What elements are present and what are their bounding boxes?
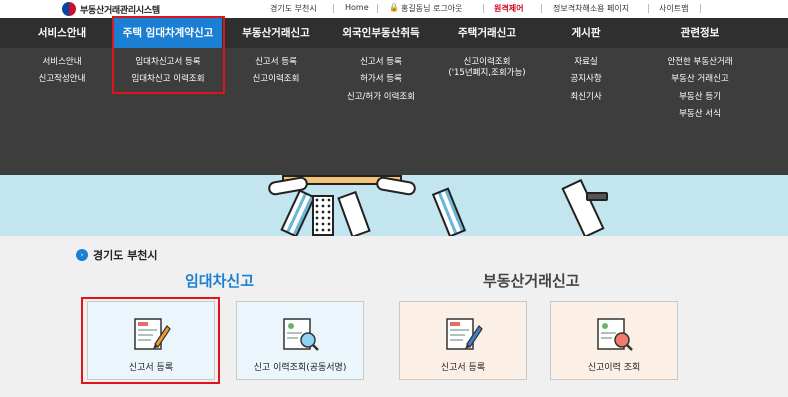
sitemap-link[interactable]: 사이트맵 — [659, 3, 688, 14]
divider — [648, 4, 649, 13]
remote-control-link[interactable]: 원격제어 — [494, 3, 523, 14]
card-lease-history[interactable]: 신고 이력조회(공동서명) — [236, 301, 364, 380]
card-trade-history[interactable]: 신고이력 조회 — [550, 301, 678, 380]
submenu-item[interactable]: 신고작성안내 — [30, 74, 94, 85]
section-title-trade: 부동산거래신고 — [483, 272, 580, 290]
submenu-item[interactable]: 부동산 거래신고 — [650, 74, 750, 85]
submenu-item[interactable]: 신고/허가 이력조회 — [336, 92, 426, 103]
submenu-item[interactable]: 신고서 등록 — [336, 57, 426, 68]
submenu-item[interactable]: 신고이력조회 — [442, 57, 532, 68]
card-label: 신고 이력조회(공동서명) — [253, 363, 347, 373]
submenu-item[interactable]: 안전한 부동산거래 — [650, 57, 750, 68]
hero-illustration — [0, 175, 788, 236]
sleeve-illustration — [431, 187, 467, 236]
section-title-lease: 임대차신고 — [185, 272, 255, 290]
card-label: 신고이력 조회 — [587, 363, 641, 373]
submenu-note: ('15년폐지,조회가능) — [448, 68, 526, 78]
logo-text: 부동산거래관리시스템 — [80, 5, 160, 16]
sleeve-illustration — [337, 190, 371, 236]
submenu-item[interactable]: 부동산 등기 — [650, 92, 750, 103]
submenu-item[interactable]: 자료실 — [556, 57, 616, 68]
home-link[interactable]: Home — [345, 3, 369, 12]
nav-housing-trade[interactable]: 주택거래신고 — [447, 18, 527, 48]
nav-service-guide[interactable]: 서비스안내 — [24, 18, 100, 48]
submenu-item[interactable]: 신고서 등록 — [236, 57, 316, 68]
sleeve-illustration — [280, 189, 316, 236]
sleeve-illustration — [561, 178, 605, 236]
divider — [483, 4, 484, 13]
pencil-document-icon — [446, 318, 483, 350]
nav-trade-report[interactable]: 부동산거래신고 — [232, 18, 320, 48]
highlight-box-nav — [112, 16, 225, 94]
card-label: 신고서 등록 — [440, 363, 486, 373]
divider — [541, 4, 542, 13]
lock-icon: 🔒 — [389, 3, 399, 12]
submenu-item[interactable]: 부동산 서식 — [650, 109, 750, 120]
highlight-box-card — [81, 297, 220, 384]
region-label: 경기도 부천시 — [270, 4, 317, 13]
site-logo[interactable]: 부동산거래관리시스템 — [62, 1, 160, 17]
nav-board[interactable]: 게시판 — [548, 18, 624, 48]
magnifier-document-icon — [597, 318, 633, 351]
divider — [377, 4, 378, 13]
accessibility-page-link[interactable]: 정보격차해소용 페이지 — [553, 3, 629, 14]
magnifier-document-icon — [283, 318, 319, 351]
region-heading: › 경기도 부천시 — [76, 247, 158, 263]
watch-icon — [586, 192, 608, 201]
sleeve-illustration — [312, 195, 334, 236]
hand-illustration — [375, 175, 417, 197]
region-title: 경기도 부천시 — [93, 249, 158, 262]
divider — [700, 4, 701, 13]
chevron-right-icon: › — [76, 249, 88, 261]
submenu-item[interactable]: 최신기사 — [556, 92, 616, 103]
nav-foreigner-acquisition[interactable]: 외국인부동산취득 — [333, 18, 429, 48]
logout-link[interactable]: 홍길동님 로그아웃 — [401, 3, 462, 14]
submenu-item[interactable]: 허가서 등록 — [336, 74, 426, 85]
submenu-item[interactable]: 공지사항 — [556, 74, 616, 85]
taegeuk-logo-icon — [62, 2, 76, 16]
card-trade-register[interactable]: 신고서 등록 — [399, 301, 527, 380]
divider — [333, 4, 334, 13]
nav-related-info[interactable]: 관련정보 — [650, 18, 750, 48]
submenu-item[interactable]: 서비스안내 — [30, 57, 94, 68]
submenu-item[interactable]: 신고이력조회 — [236, 74, 316, 85]
